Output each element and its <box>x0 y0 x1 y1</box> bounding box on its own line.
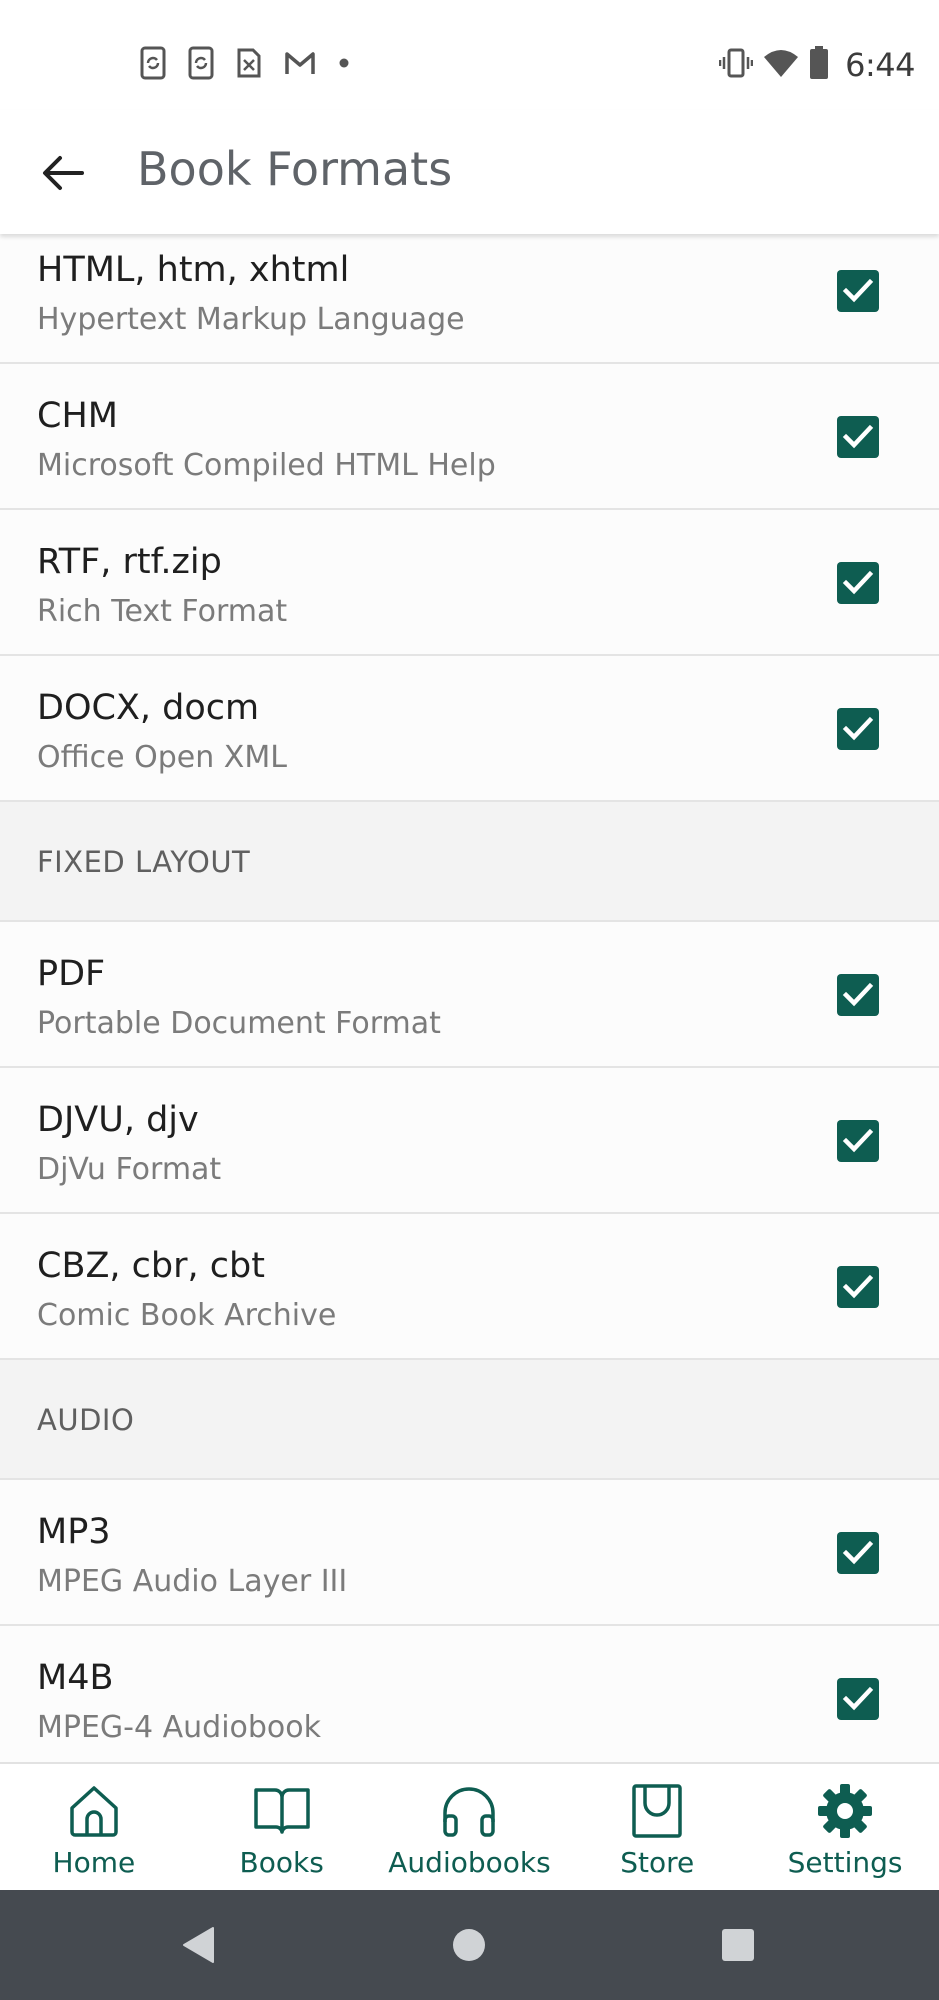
nav-item-settings[interactable]: Settings <box>751 1764 939 1890</box>
phone-sync-icon <box>140 46 166 80</box>
format-description: Portable Document Format <box>37 1006 441 1041</box>
format-name: DJVU, djv <box>37 1100 199 1140</box>
app-bar: Book Formats <box>0 110 939 234</box>
recents-square-icon <box>722 1929 754 1961</box>
format-checkbox[interactable] <box>837 562 879 604</box>
nav-label-audiobooks: Audiobooks <box>388 1846 551 1879</box>
system-status-icons: 6:44 <box>718 46 915 84</box>
format-name: M4B <box>37 1658 114 1698</box>
battery-icon <box>809 46 829 84</box>
format-checkbox[interactable] <box>837 1266 879 1308</box>
checkmark-icon <box>842 1686 874 1711</box>
checkmark-icon <box>842 1274 874 1299</box>
checkmark-icon <box>842 570 874 595</box>
section-header: FIXED LAYOUT <box>0 802 939 922</box>
format-description: MPEG Audio Layer III <box>37 1564 348 1599</box>
dot-icon <box>338 57 350 69</box>
nav-item-store[interactable]: Store <box>563 1764 751 1890</box>
format-name: RTF, rtf.zip <box>37 542 222 582</box>
wifi-icon <box>763 48 799 82</box>
format-list-item[interactable]: HTML, htm, xhtml Hypertext Markup Languag… <box>0 234 939 364</box>
format-list-item[interactable]: CBZ, cbr, cbt Comic Book Archive <box>0 1214 939 1360</box>
notification-icons <box>140 46 350 80</box>
format-description: Microsoft Compiled HTML Help <box>37 448 496 483</box>
format-description: Rich Text Format <box>37 594 288 629</box>
vibrate-icon <box>718 48 754 82</box>
nav-label-settings: Settings <box>787 1846 903 1879</box>
system-home-button[interactable] <box>414 1890 524 2000</box>
formats-list: HTML, htm, xhtml Hypertext Markup Languag… <box>0 234 939 1762</box>
nav-label-store: Store <box>620 1846 695 1879</box>
checkmark-icon <box>842 982 874 1007</box>
format-checkbox[interactable] <box>837 708 879 750</box>
format-name: PDF <box>37 954 106 994</box>
system-recents-button[interactable] <box>683 1890 793 2000</box>
nav-item-audiobooks[interactable]: Audiobooks <box>376 1764 564 1890</box>
back-button[interactable] <box>30 140 96 206</box>
format-description: Comic Book Archive <box>37 1298 337 1333</box>
format-list-item[interactable]: CHM Microsoft Compiled HTML Help <box>0 364 939 510</box>
format-name: MP3 <box>37 1512 111 1552</box>
system-back-button[interactable] <box>143 1890 253 2000</box>
format-checkbox[interactable] <box>837 1678 879 1720</box>
checkmark-icon <box>842 1540 874 1565</box>
home-circle-icon <box>453 1929 485 1961</box>
checkmark-icon <box>842 716 874 741</box>
format-name: CBZ, cbr, cbt <box>37 1246 265 1286</box>
format-checkbox[interactable] <box>837 974 879 1016</box>
format-list-item[interactable]: M4B MPEG-4 Audiobook <box>0 1626 939 1762</box>
format-list-item[interactable]: RTF, rtf.zip Rich Text Format <box>0 510 939 656</box>
section-header: AUDIO <box>0 1360 939 1480</box>
status-bar: 6:44 <box>0 0 939 110</box>
format-list-item[interactable]: PDF Portable Document Format <box>0 922 939 1068</box>
status-time: 6:44 <box>845 46 915 84</box>
nav-label-home: Home <box>52 1846 136 1879</box>
format-description: Hypertext Markup Language <box>37 302 465 337</box>
formats-list-container[interactable]: HTML, htm, xhtml Hypertext Markup Languag… <box>0 234 939 1762</box>
phone-sync-icon <box>188 46 214 80</box>
nav-item-books[interactable]: Books <box>188 1764 376 1890</box>
format-checkbox[interactable] <box>837 1120 879 1162</box>
gmail-icon <box>284 50 316 76</box>
checkmark-icon <box>842 424 874 449</box>
arrow-left-icon <box>43 156 84 190</box>
format-name: DOCX, docm <box>37 688 260 728</box>
format-list-item[interactable]: DJVU, djv DjVu Format <box>0 1068 939 1214</box>
system-navigation-bar <box>0 1890 939 2000</box>
gear-icon <box>817 1782 873 1840</box>
section-label: AUDIO <box>37 1403 135 1437</box>
store-icon <box>631 1782 683 1840</box>
format-list-item[interactable]: MP3 MPEG Audio Layer III <box>0 1480 939 1626</box>
back-triangle-icon <box>183 1927 214 1963</box>
bottom-navigation: Home Books Audiobooks Store Settings <box>0 1762 939 1890</box>
checkmark-icon <box>842 278 874 303</box>
checkmark-icon <box>842 1128 874 1153</box>
format-checkbox[interactable] <box>837 416 879 458</box>
format-checkbox[interactable] <box>837 1532 879 1574</box>
format-list-item[interactable]: DOCX, docm Office Open XML <box>0 656 939 802</box>
page-title: Book Formats <box>137 142 453 196</box>
nav-label-books: Books <box>239 1846 324 1879</box>
format-description: DjVu Format <box>37 1152 222 1187</box>
format-description: MPEG-4 Audiobook <box>37 1710 322 1745</box>
home-icon <box>68 1782 120 1840</box>
nav-item-home[interactable]: Home <box>0 1764 188 1890</box>
sim-off-icon <box>236 46 262 80</box>
headphones-icon <box>440 1782 498 1840</box>
format-name: CHM <box>37 396 118 436</box>
format-name: HTML, htm, xhtml <box>37 250 350 290</box>
format-checkbox[interactable] <box>837 270 879 312</box>
book-icon <box>253 1782 311 1840</box>
format-description: Office Open XML <box>37 740 287 775</box>
section-label: FIXED LAYOUT <box>37 845 251 879</box>
